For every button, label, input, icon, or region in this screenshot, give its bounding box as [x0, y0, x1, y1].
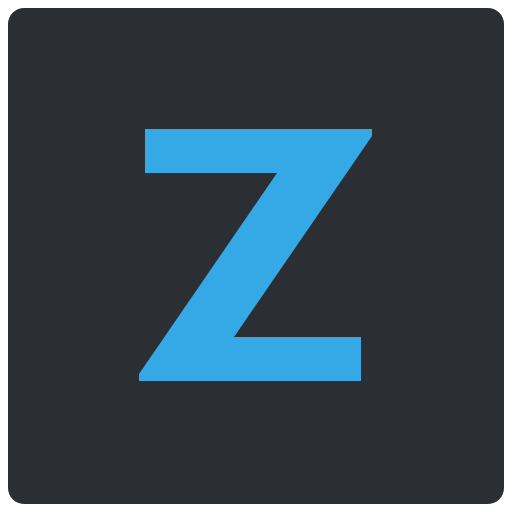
app-icon-tile[interactable]	[8, 8, 504, 504]
z-letter-logo-icon	[139, 129, 372, 381]
z-letter-glyph	[139, 129, 372, 381]
